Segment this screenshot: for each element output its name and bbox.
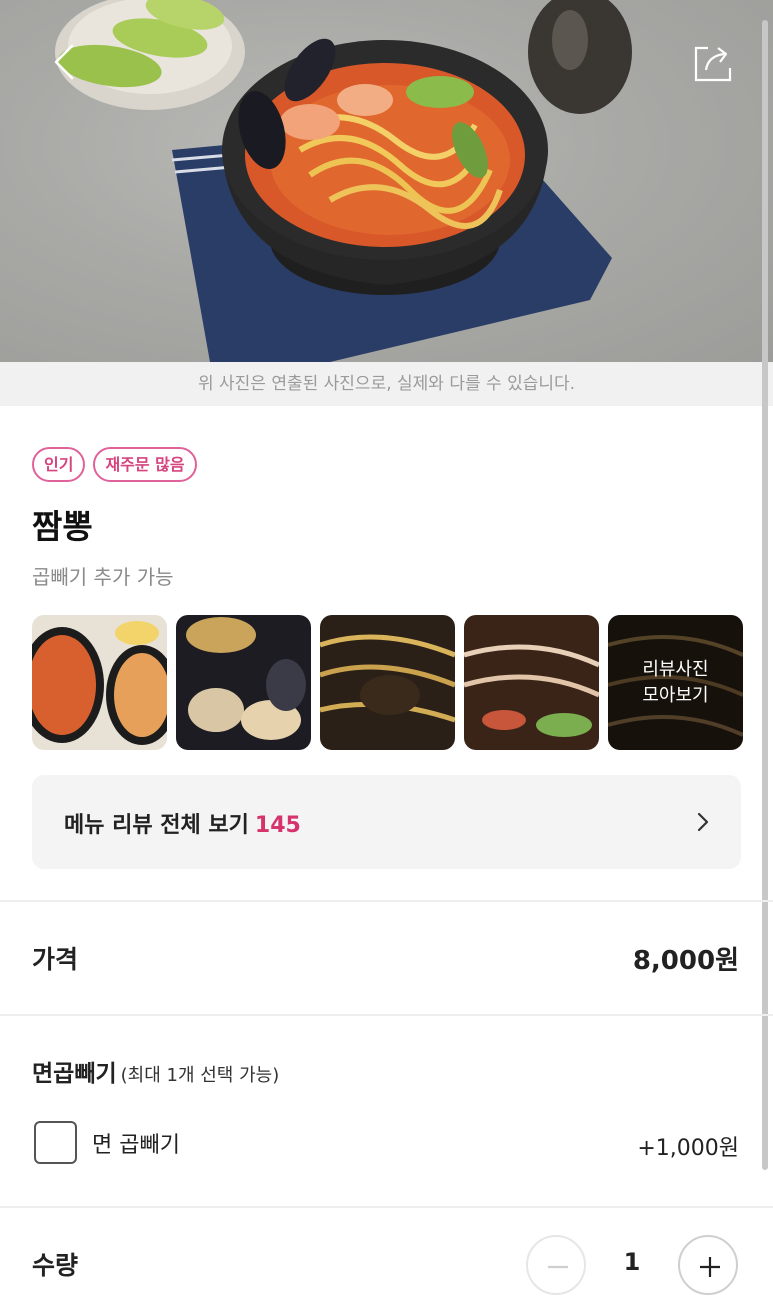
- minus-icon: [548, 1265, 568, 1269]
- option-checkbox[interactable]: [34, 1121, 77, 1164]
- review-photo[interactable]: [320, 615, 455, 750]
- menu-reviews-button[interactable]: 메뉴 리뷰 전체 보기 145: [32, 775, 741, 869]
- menu-title: 짬뽕: [32, 507, 93, 546]
- plus-icon: [700, 1257, 720, 1277]
- price-label: 가격: [32, 945, 79, 974]
- divider: [0, 1014, 773, 1016]
- option-group-title: 면곱빼기 (최대 1개 선택 가능): [32, 1061, 280, 1087]
- divider: [0, 1206, 773, 1208]
- divider: [0, 900, 773, 902]
- review-photos-more-label: 리뷰사진 모아보기: [608, 615, 743, 750]
- quantity-value: 1: [623, 1248, 641, 1276]
- share-icon: [694, 46, 732, 82]
- review-count: 145: [254, 813, 301, 838]
- menu-description: 곱빼기 추가 가능: [32, 565, 174, 589]
- badge-popular: 인기: [32, 447, 86, 482]
- review-photo-strip: 리뷰사진 모아보기: [32, 615, 743, 750]
- hero-image: [0, 0, 773, 362]
- quantity-label: 수량: [32, 1251, 79, 1280]
- menu-reviews-label: 메뉴 리뷰 전체 보기: [64, 813, 249, 838]
- scrollbar[interactable]: [762, 20, 768, 1170]
- chevron-right-icon: [697, 812, 709, 832]
- quantity-increase-button[interactable]: [678, 1235, 738, 1295]
- back-button[interactable]: [44, 40, 88, 84]
- badge-reorder: 재주문 많음: [93, 447, 197, 482]
- jjamppong-food-photo: [55, 0, 632, 362]
- share-button[interactable]: [690, 40, 738, 84]
- menu-badges: 인기 재주문 많음: [32, 447, 197, 482]
- price-value: 8,000원: [632, 946, 739, 976]
- option-price: +1,000원: [637, 1136, 739, 1161]
- review-photo[interactable]: [176, 615, 311, 750]
- photo-disclaimer: 위 사진은 연출된 사진으로, 실제와 다를 수 있습니다.: [0, 362, 773, 406]
- option-group-subtitle: (최대 1개 선택 가능): [120, 1065, 280, 1086]
- review-photos-more-button[interactable]: 리뷰사진 모아보기: [608, 615, 743, 750]
- option-name[interactable]: 면 곱빼기: [92, 1127, 180, 1159]
- quantity-decrease-button[interactable]: [526, 1235, 586, 1295]
- review-photo[interactable]: [464, 615, 599, 750]
- review-photo[interactable]: [32, 615, 167, 750]
- chevron-left-icon: [54, 44, 74, 80]
